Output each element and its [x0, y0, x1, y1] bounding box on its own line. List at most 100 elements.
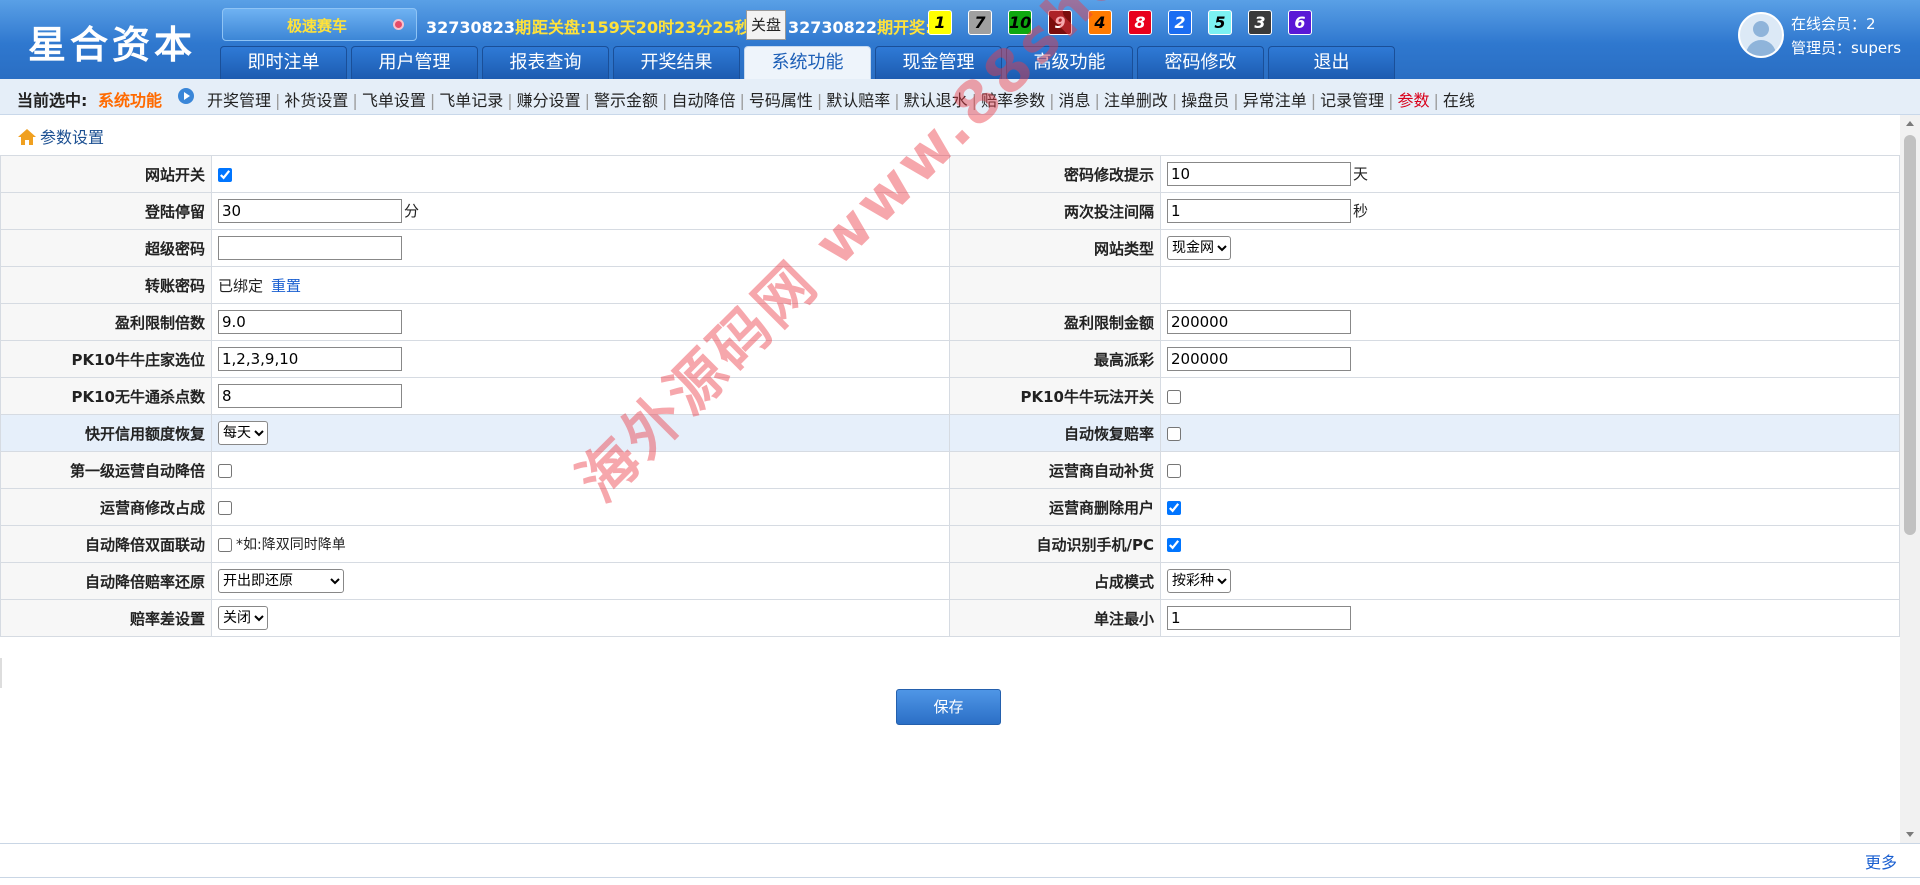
sub-nav-link[interactable]: 记录管理: [1320, 91, 1384, 110]
online-members: 在线会员：2: [1791, 15, 1876, 33]
sub-nav-link[interactable]: 赚分设置: [517, 91, 581, 110]
odds-diff-select[interactable]: 关闭: [218, 606, 268, 630]
sub-nav-link[interactable]: 飞单记录: [439, 91, 503, 110]
scroll-down-icon[interactable]: [1906, 832, 1914, 837]
reduce-linkage-checkbox[interactable]: [218, 537, 232, 552]
pk10-switch-checkbox[interactable]: [1167, 389, 1181, 404]
nav-tab[interactable]: 用户管理: [351, 46, 478, 79]
sub-nav-link[interactable]: 在线: [1443, 91, 1475, 110]
result-ball: 4: [1088, 10, 1112, 35]
setting-label: 自动识别手机/PC: [949, 525, 1161, 563]
pk10-banker-input[interactable]: [218, 347, 402, 371]
setting-label: 运营商修改占成: [0, 488, 212, 526]
setting-label: 自动降倍双面联动: [0, 525, 212, 563]
login-stay-input[interactable]: [218, 199, 402, 223]
sub-nav-link[interactable]: 警示金额: [594, 91, 658, 110]
nav-tab[interactable]: 高级功能: [1006, 46, 1133, 79]
transfer-pwd-status: 已绑定: [218, 276, 264, 295]
result-ball: 6: [1288, 10, 1312, 35]
setting-label: 自动恢复赔率: [949, 414, 1161, 452]
share-mode-select[interactable]: 按彩种: [1167, 569, 1231, 593]
auto-odds-recover-checkbox[interactable]: [1167, 426, 1181, 441]
credit-recover-select[interactable]: 每天: [218, 421, 268, 445]
more-link[interactable]: 更多: [1865, 849, 1897, 873]
current-period: 32730823期: [426, 14, 531, 38]
home-icon: [18, 129, 36, 145]
sub-nav-link[interactable]: 号码属性: [749, 91, 813, 110]
sub-nav-link[interactable]: 补货设置: [284, 91, 348, 110]
max-payout-input[interactable]: [1167, 347, 1351, 371]
last-period: 32730822期开奖:: [788, 14, 931, 38]
sub-nav-link[interactable]: 注单删改: [1104, 91, 1168, 110]
pwd-hint-input[interactable]: [1167, 162, 1351, 186]
op-delete-user-checkbox[interactable]: [1167, 500, 1181, 515]
current-period-number: 32730823: [426, 18, 516, 37]
setting-label: 最高派彩: [949, 340, 1161, 378]
nav-tab[interactable]: 密码修改: [1137, 46, 1264, 79]
game-selector[interactable]: 极速赛车: [222, 8, 417, 41]
profit-amount-input[interactable]: [1167, 310, 1351, 334]
sub-nav-link[interactable]: 默认退水: [904, 91, 968, 110]
sub-nav-link[interactable]: 飞单设置: [362, 91, 426, 110]
reduce-linkage-note: *如:降双同时降单: [236, 537, 346, 553]
sub-nav-link[interactable]: 赔率参数: [981, 91, 1045, 110]
min-bet-input[interactable]: [1167, 606, 1351, 630]
table-row: 赔率差设置 关闭 单注最小: [0, 599, 1900, 637]
bet-interval-input[interactable]: [1167, 199, 1351, 223]
setting-label: 盈利限制倍数: [0, 303, 212, 341]
nav-tab[interactable]: 现金管理: [875, 46, 1002, 79]
nav-tab[interactable]: 即时注单: [220, 46, 347, 79]
table-row: 自动降倍赔率还原 开出即还原 占成模式 按彩种: [0, 562, 1900, 600]
last-period-suffix: 期开奖:: [877, 18, 932, 37]
setting-label: 单注最小: [949, 599, 1161, 637]
setting-label: 密码修改提示: [949, 155, 1161, 193]
nav-tab[interactable]: 开奖结果: [613, 46, 740, 79]
op-auto-supply-checkbox[interactable]: [1167, 463, 1181, 478]
sub-nav-link[interactable]: 参数: [1398, 91, 1430, 110]
scroll-up-icon[interactable]: [1906, 121, 1914, 126]
unit-label: 分: [404, 201, 420, 220]
setting-label: PK10牛牛玩法开关: [949, 377, 1161, 415]
pk10-nobull-input[interactable]: [218, 384, 402, 408]
sub-nav-link[interactable]: 自动降倍: [671, 91, 735, 110]
sub-nav-link[interactable]: 操盘员: [1181, 91, 1229, 110]
close-market-button[interactable]: 关盘: [746, 10, 786, 40]
setting-label: PK10无牛通杀点数: [0, 377, 212, 415]
sub-nav-link[interactable]: 消息: [1058, 91, 1090, 110]
auto-detect-checkbox[interactable]: [1167, 537, 1181, 552]
setting-label: 自动降倍赔率还原: [0, 562, 212, 600]
save-button[interactable]: 保存: [896, 689, 1001, 725]
countdown-label: 距关盘:: [532, 18, 587, 37]
nav-tab[interactable]: 退出: [1268, 46, 1395, 79]
reduce-restore-select[interactable]: 开出即还原: [218, 569, 344, 593]
user-info: 在线会员：2 管理员：supers: [1791, 12, 1901, 60]
scrollbar-thumb[interactable]: [1904, 135, 1916, 535]
super-password-input[interactable]: [218, 236, 402, 260]
lvl1-auto-reduce-checkbox[interactable]: [218, 463, 232, 478]
breadcrumb-title: 参数设置: [40, 128, 105, 147]
current-selection-value: 系统功能: [98, 91, 163, 110]
website-switch-checkbox[interactable]: [218, 167, 232, 182]
sub-nav-links: 开奖管理 | 补货设置 | 飞单设置 | 飞单记录 | 赚分设置 | 警示金额 | 自动降倍 | 号码属性 |…: [207, 91, 1475, 110]
setting-label: 转账密码: [0, 266, 212, 304]
vertical-scrollbar[interactable]: [1900, 115, 1920, 843]
table-row: 超级密码 网站类型 现金网: [0, 229, 1900, 267]
site-type-select[interactable]: 现金网: [1167, 236, 1231, 260]
nav-tab[interactable]: 系统功能: [744, 46, 871, 79]
setting-label: 运营商删除用户: [949, 488, 1161, 526]
setting-label: 超级密码: [0, 229, 212, 267]
profit-multiple-input[interactable]: [218, 310, 402, 334]
sub-nav-link[interactable]: 异常注单: [1243, 91, 1307, 110]
op-edit-share-checkbox[interactable]: [218, 500, 232, 515]
setting-label: 盈利限制金额: [949, 303, 1161, 341]
setting-label: 占成模式: [949, 562, 1161, 600]
result-ball: 2: [1168, 10, 1192, 35]
reset-link[interactable]: 重置: [271, 277, 301, 295]
sub-nav-link[interactable]: 开奖管理: [207, 91, 271, 110]
game-selector-dot-icon: [393, 19, 404, 30]
sub-nav-link[interactable]: 默认赔率: [826, 91, 890, 110]
top-header: 星合资本 极速赛车 32730823期 距关盘:159天20时23分25秒 关盘…: [0, 0, 1920, 79]
game-name: 极速赛车: [287, 17, 348, 35]
unit-label: 天: [1353, 164, 1369, 183]
nav-tab[interactable]: 报表查询: [482, 46, 609, 79]
